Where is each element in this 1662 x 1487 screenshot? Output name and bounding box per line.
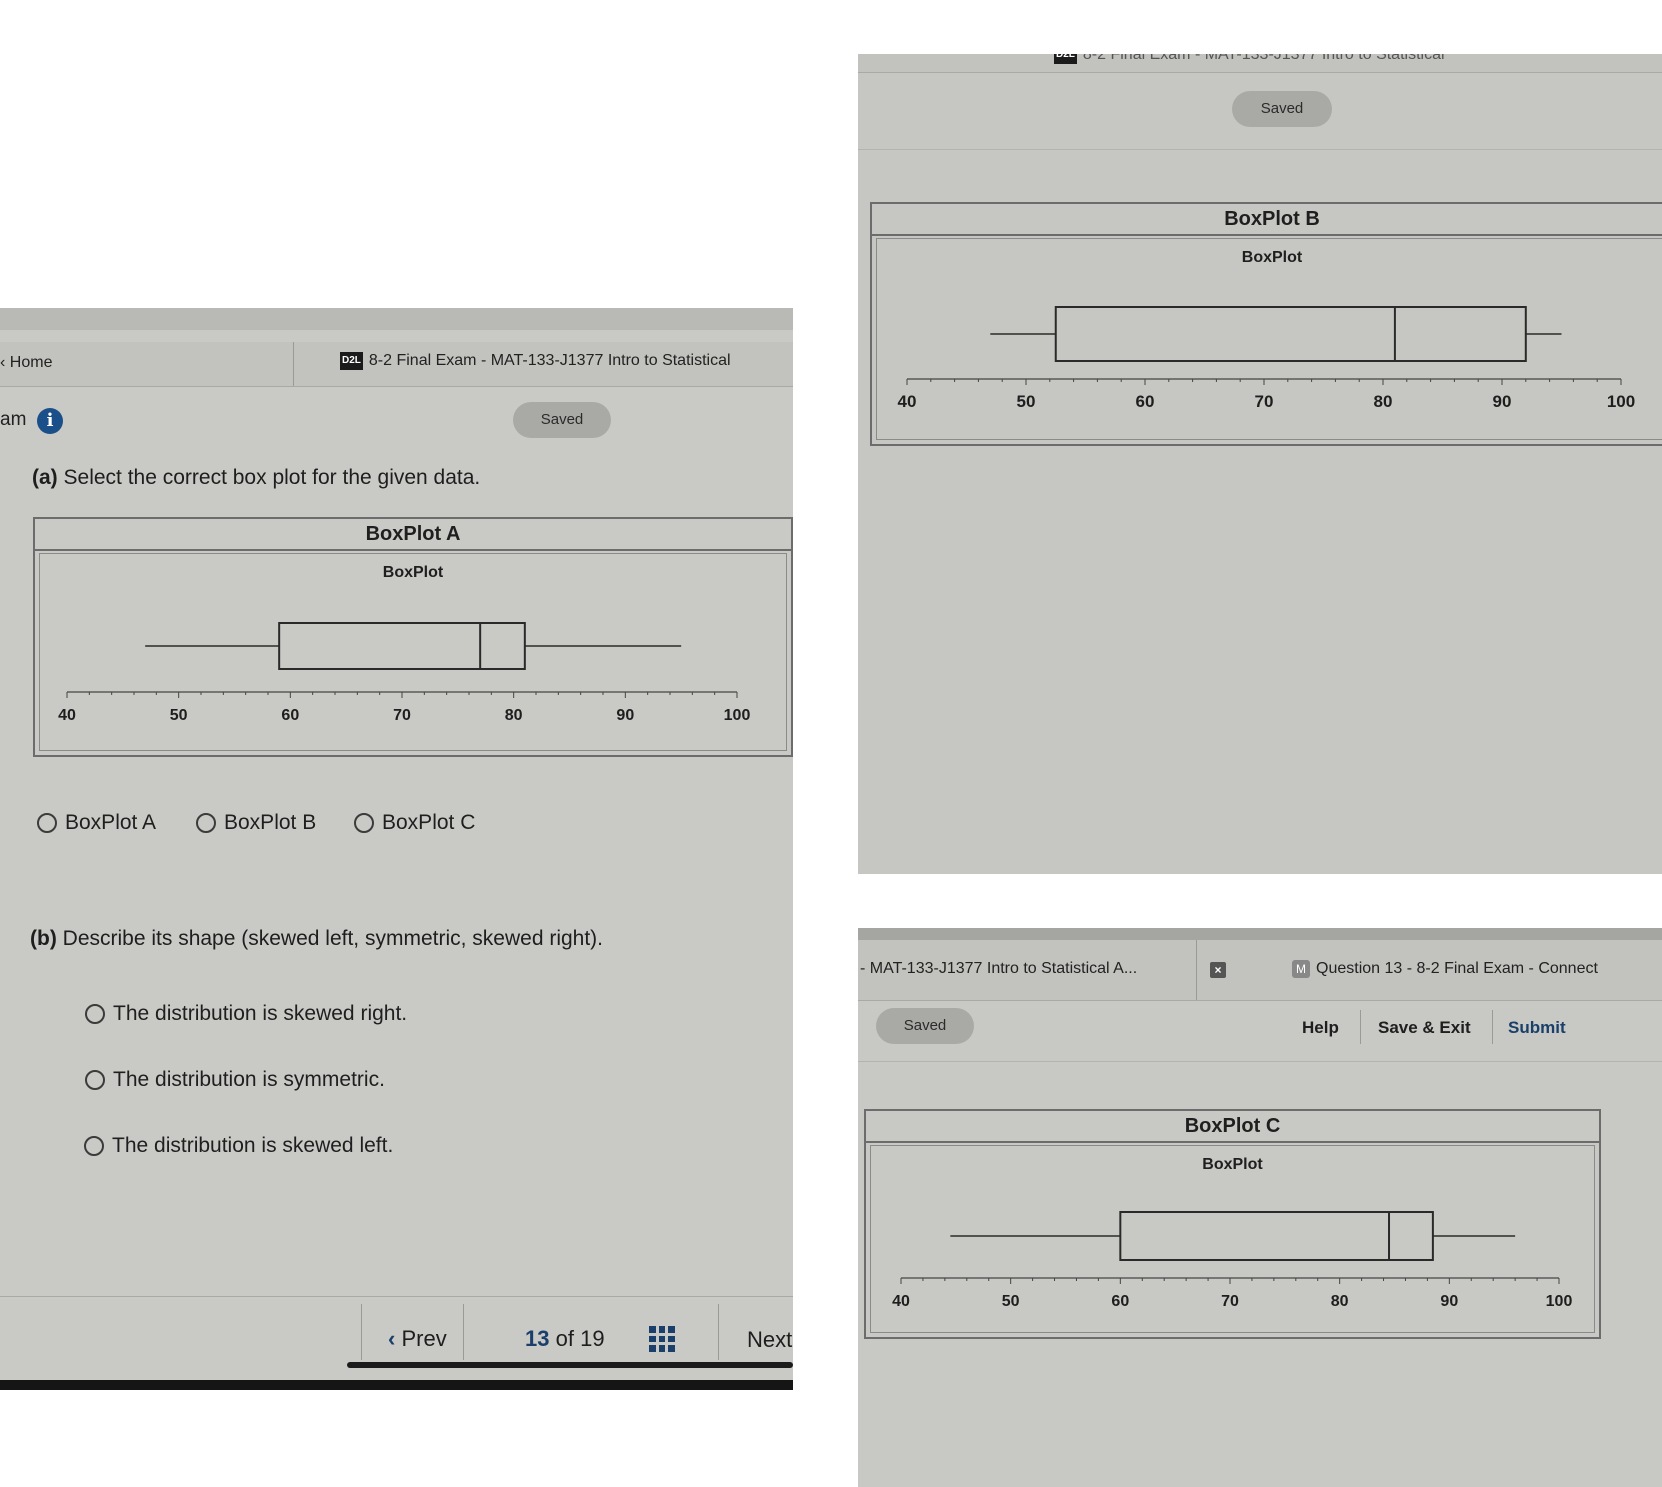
exam-title-partial: am bbox=[0, 409, 27, 430]
tick-label: 50 bbox=[1002, 1293, 1020, 1310]
info-icon[interactable]: i bbox=[37, 408, 63, 434]
screenshot-boxplot-b-panel: D2L 8-2 Final Exam - MAT-133-J1377 Intro … bbox=[858, 54, 1662, 874]
boxplot-a-card: BoxPlot A BoxPlot 40 50 60 70 80 90 100 bbox=[33, 517, 793, 757]
tick-label: 80 bbox=[505, 707, 523, 724]
nav-divider bbox=[463, 1304, 464, 1360]
d2l-logo-icon: D2L bbox=[1054, 54, 1077, 64]
tab-strip: - MAT-133-J1377 Intro to Statistical A..… bbox=[858, 940, 1662, 1001]
iqr-box bbox=[278, 622, 526, 670]
saved-badge: Saved bbox=[513, 402, 611, 438]
tick-label: 100 bbox=[1607, 392, 1635, 411]
d2l-logo-icon: D2L bbox=[340, 352, 363, 370]
next-button[interactable]: Next bbox=[747, 1327, 792, 1353]
tick-label: 70 bbox=[1221, 1293, 1239, 1310]
tick-label: 60 bbox=[281, 707, 299, 724]
tab-exam[interactable]: D2L 8-2 Final Exam - MAT-133-J1377 Intro … bbox=[340, 352, 731, 370]
radio-button[interactable] bbox=[37, 813, 57, 833]
tick-label: 40 bbox=[898, 392, 917, 411]
question-b-prompt: (b) Describe its shape (skewed left, sym… bbox=[30, 927, 604, 950]
header-divider bbox=[1360, 1010, 1361, 1044]
tab-strip: D2L 8-2 Final Exam - MAT-133-J1377 Intro … bbox=[858, 54, 1662, 73]
screen-bottom-edge bbox=[0, 1380, 793, 1390]
screenshot-boxplot-c-panel: - MAT-133-J1377 Intro to Statistical A..… bbox=[858, 928, 1662, 1487]
prev-button[interactable]: ‹ Prev bbox=[388, 1326, 447, 1352]
chevron-left-icon: ‹ bbox=[388, 1326, 396, 1351]
tick-label: 50 bbox=[1017, 392, 1036, 411]
browser-top-bar bbox=[858, 928, 1662, 940]
boxplot-title: BoxPlot B bbox=[872, 204, 1662, 236]
header-divider bbox=[858, 1061, 1662, 1062]
close-tab-icon[interactable]: × bbox=[1210, 962, 1226, 978]
tab-question-13[interactable]: M Question 13 - 8-2 Final Exam - Connect bbox=[1292, 960, 1598, 978]
boxplot-title: BoxPlot A bbox=[35, 519, 791, 551]
option-symmetric[interactable]: The distribution is symmetric. bbox=[85, 1068, 385, 1092]
tab-intro-statistical[interactable]: - MAT-133-J1377 Intro to Statistical A..… bbox=[860, 960, 1137, 978]
question-a-prompt: (a) Select the correct box plot for the … bbox=[32, 466, 481, 489]
boxplot-inner: BoxPlot 40 50 60 70 80 90 100 bbox=[39, 553, 787, 751]
connect-logo-icon: M bbox=[1292, 960, 1310, 978]
tick-label: 80 bbox=[1374, 392, 1393, 411]
boxplot-c-card: BoxPlot C BoxPlot 40 50 60 70 80 90 100 bbox=[864, 1109, 1601, 1339]
tick-label: 60 bbox=[1136, 392, 1155, 411]
screenshot-left-panel: ‹ Home D2L 8-2 Final Exam - MAT-133-J1377… bbox=[0, 308, 793, 1390]
tick-label: 100 bbox=[724, 707, 751, 724]
radio-button[interactable] bbox=[85, 1070, 105, 1090]
tick-label: 90 bbox=[616, 707, 634, 724]
tick-label: 50 bbox=[170, 707, 188, 724]
progress-underline bbox=[347, 1362, 793, 1368]
tab-divider bbox=[1196, 940, 1197, 1000]
nav-divider bbox=[718, 1304, 719, 1360]
tab-strip: ‹ Home D2L 8-2 Final Exam - MAT-133-J1377… bbox=[0, 342, 793, 387]
boxplot-inner: BoxPlot 40 50 60 70 80 90 100 bbox=[870, 1145, 1595, 1333]
boxplot-c-chart: 40 50 60 70 80 90 100 bbox=[892, 1211, 1573, 1310]
page-indicator: 13 of 19 bbox=[525, 1326, 605, 1351]
boxplot-b-card: BoxPlot B BoxPlot 40 50 60 70 80 90 100 bbox=[870, 202, 1662, 446]
radio-button[interactable] bbox=[196, 813, 216, 833]
tick-label: 70 bbox=[393, 707, 411, 724]
boxplot-a-chart: 40 50 60 70 80 90 100 bbox=[58, 622, 751, 724]
saved-badge: Saved bbox=[876, 1008, 974, 1044]
tab-exam-partial[interactable]: D2L 8-2 Final Exam - MAT-133-J1377 Intro … bbox=[1054, 54, 1445, 64]
option-skewed-right[interactable]: The distribution is skewed right. bbox=[85, 1002, 407, 1026]
tick-label: 90 bbox=[1493, 392, 1512, 411]
saved-badge: Saved bbox=[1232, 91, 1332, 127]
radio-button[interactable] bbox=[85, 1004, 105, 1024]
option-boxplot-c[interactable]: BoxPlot C bbox=[354, 811, 475, 835]
iqr-box bbox=[1119, 1211, 1434, 1261]
tick-label: 80 bbox=[1331, 1293, 1349, 1310]
option-boxplot-a[interactable]: BoxPlot A bbox=[37, 811, 156, 835]
tick-label: 100 bbox=[1546, 1293, 1573, 1310]
radio-button[interactable] bbox=[354, 813, 374, 833]
header-divider bbox=[1492, 1010, 1493, 1044]
radio-button[interactable] bbox=[84, 1136, 104, 1156]
save-exit-button[interactable]: Save & Exit bbox=[1378, 1018, 1471, 1038]
option-skewed-left[interactable]: The distribution is skewed left. bbox=[84, 1134, 393, 1158]
tick-label: 90 bbox=[1440, 1293, 1458, 1310]
tick-label: 40 bbox=[58, 707, 76, 724]
boxplot-title: BoxPlot C bbox=[866, 1111, 1599, 1143]
tick-label: 70 bbox=[1255, 392, 1274, 411]
tick-label: 60 bbox=[1111, 1293, 1129, 1310]
tab-home[interactable]: ‹ Home bbox=[0, 354, 52, 372]
browser-top-bar bbox=[0, 308, 793, 330]
tab-divider bbox=[293, 342, 294, 386]
tick-label: 40 bbox=[892, 1293, 910, 1310]
header-divider bbox=[858, 149, 1662, 150]
iqr-box bbox=[1054, 306, 1527, 362]
nav-divider bbox=[361, 1304, 362, 1360]
help-button[interactable]: Help bbox=[1302, 1018, 1339, 1038]
footer-divider bbox=[0, 1296, 793, 1297]
option-boxplot-b[interactable]: BoxPlot B bbox=[196, 811, 316, 835]
question-grid-icon[interactable] bbox=[649, 1326, 675, 1352]
chevron-icon: ‹ bbox=[0, 354, 10, 371]
boxplot-b-chart: 40 50 60 70 80 90 100 bbox=[898, 306, 1635, 411]
submit-button[interactable]: Submit bbox=[1508, 1018, 1566, 1038]
boxplot-inner: BoxPlot 40 50 60 70 80 90 100 bbox=[876, 238, 1662, 440]
